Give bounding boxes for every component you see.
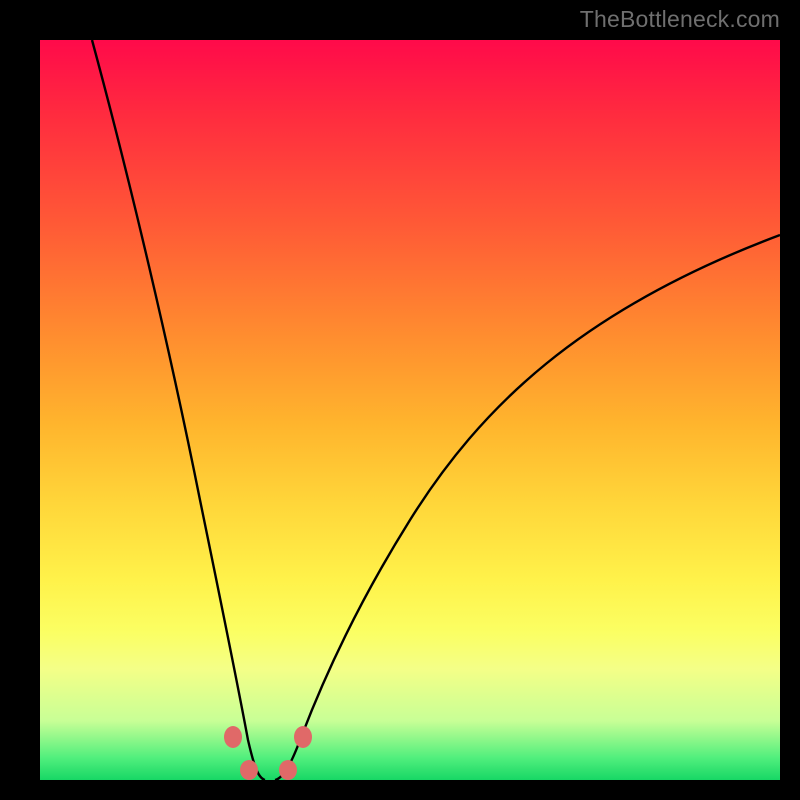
curve-left bbox=[92, 40, 265, 780]
marker-dot bbox=[224, 726, 242, 748]
marker-dot bbox=[240, 760, 258, 780]
marker-dot bbox=[294, 726, 312, 748]
watermark-text: TheBottleneck.com bbox=[580, 6, 780, 33]
curve-right bbox=[275, 235, 780, 780]
chart-frame: TheBottleneck.com bbox=[0, 0, 800, 800]
marker-group bbox=[224, 726, 312, 780]
chart-svg bbox=[40, 40, 780, 780]
marker-dot bbox=[279, 760, 297, 780]
plot-area bbox=[40, 40, 780, 780]
